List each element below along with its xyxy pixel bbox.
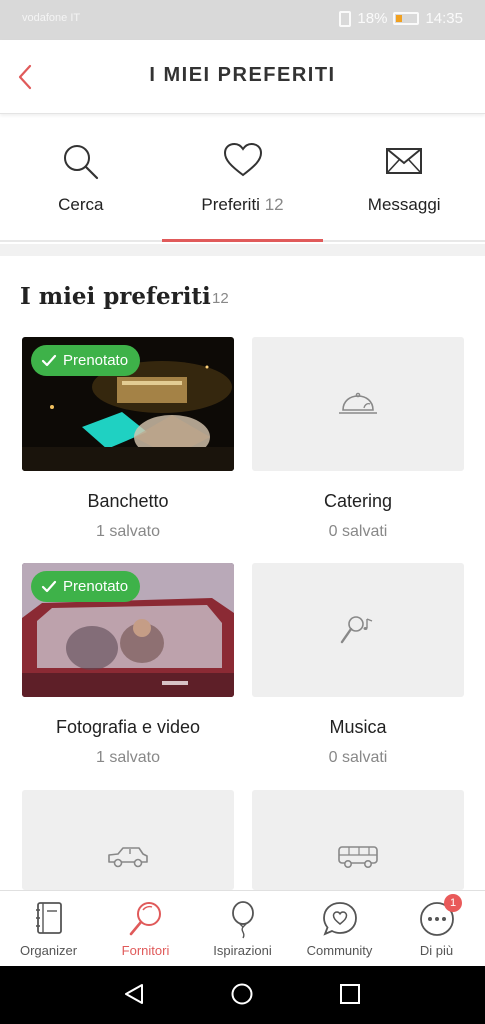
section-title: I miei preferiti — [20, 283, 211, 310]
bus-icon — [338, 846, 378, 868]
tab-preferiti[interactable]: Preferiti 12 — [161, 118, 324, 242]
chat-heart-icon — [322, 902, 357, 936]
card-placeholder — [252, 790, 464, 890]
recents-square-icon[interactable] — [339, 983, 361, 1005]
checkmark-icon — [41, 580, 57, 592]
battery-icon — [393, 12, 420, 25]
nav-organizer-label: Organizer — [19, 943, 78, 958]
tab-preferiti-count: 12 — [264, 195, 284, 214]
tab-preferiti-text: Preferiti — [201, 195, 260, 214]
card-placeholder — [252, 337, 464, 471]
vibrate-icon — [339, 10, 352, 27]
system-nav-bar — [0, 966, 485, 1024]
booked-badge: Prenotato — [31, 345, 141, 376]
back-triangle-icon[interactable] — [123, 983, 145, 1005]
app-header: I MIEI PREFERITI — [0, 40, 485, 114]
card-name: Banchetto — [87, 491, 169, 511]
card-placeholder — [22, 790, 234, 890]
envelope-icon — [386, 148, 423, 174]
card-musica[interactable]: Musica 0 salvati — [252, 563, 464, 767]
tab-cerca[interactable]: Cerca — [0, 118, 162, 240]
nav-ispirazioni-label: Ispirazioni — [213, 943, 272, 958]
nav-organizer[interactable]: Organizer — [0, 891, 97, 966]
nav-di-piu[interactable]: 1 Di più — [388, 891, 485, 966]
card-banchetto[interactable]: Prenotato Banchetto 1 salvato — [22, 337, 234, 541]
balloon-icon — [231, 901, 254, 939]
checkmark-icon — [41, 354, 57, 366]
notebook-icon — [35, 902, 62, 934]
booked-badge-label: Prenotato — [63, 578, 129, 595]
tab-messaggi[interactable]: Messaggi — [323, 118, 485, 240]
card-photo: Prenotato — [22, 563, 234, 697]
active-tab-indicator — [161, 239, 324, 242]
card-transport-bus[interactable] — [252, 790, 464, 890]
microphone-icon — [340, 616, 373, 644]
nav-ispirazioni[interactable]: Ispirazioni — [194, 891, 291, 966]
card-saved-count: 0 salvati — [328, 749, 388, 766]
heart-icon — [223, 142, 262, 177]
card-fotografia-video[interactable]: Prenotato Fotografia e video 1 salvato — [22, 563, 234, 767]
booked-badge: Prenotato — [31, 571, 141, 602]
tab-bar: Cerca Preferiti 12 Messaggi — [0, 118, 485, 242]
nav-fornitori-label: Fornitori — [121, 943, 170, 958]
card-name: Musica — [329, 717, 387, 737]
status-bar: vodafone IT 18% 14:35 — [0, 0, 485, 40]
tab-preferiti-label: Preferiti 12 — [162, 195, 324, 215]
section-count: 12 — [212, 290, 229, 307]
home-circle-icon[interactable] — [231, 983, 253, 1005]
nav-community-label: Community — [306, 943, 373, 958]
magnifier-icon — [129, 902, 161, 936]
tab-messaggi-label: Messaggi — [367, 195, 441, 214]
card-name: Catering — [323, 491, 393, 511]
card-saved-count: 1 salvato — [95, 749, 161, 766]
bottom-nav: Organizer Fornitori Ispirazioni Communit… — [0, 890, 485, 966]
nav-community[interactable]: Community — [291, 891, 388, 966]
cloche-icon — [339, 392, 377, 414]
search-icon — [63, 145, 98, 180]
card-saved-count: 0 salvati — [328, 523, 388, 540]
booked-badge-label: Prenotato — [63, 352, 129, 369]
status-right: 18% 14:35 — [339, 10, 463, 27]
card-transport-car[interactable] — [22, 790, 234, 890]
card-saved-count: 1 salvato — [95, 523, 161, 540]
card-name: Fotografia e video — [55, 717, 201, 737]
section-divider — [0, 244, 485, 256]
tab-cerca-label: Cerca — [58, 195, 104, 214]
nav-di-piu-label: Di più — [419, 943, 454, 958]
card-photo: Prenotato — [22, 337, 234, 471]
nav-fornitori[interactable]: Fornitori — [97, 891, 194, 966]
battery-percent: 18% — [357, 10, 388, 27]
clock: 14:35 — [425, 10, 463, 27]
page-title: I MIEI PREFERITI — [149, 64, 336, 86]
card-placeholder — [252, 563, 464, 697]
card-catering[interactable]: Catering 0 salvati — [252, 337, 464, 541]
carrier-label: vodafone IT — [22, 12, 81, 24]
car-icon — [108, 847, 148, 868]
notification-badge: 1 — [444, 894, 462, 912]
